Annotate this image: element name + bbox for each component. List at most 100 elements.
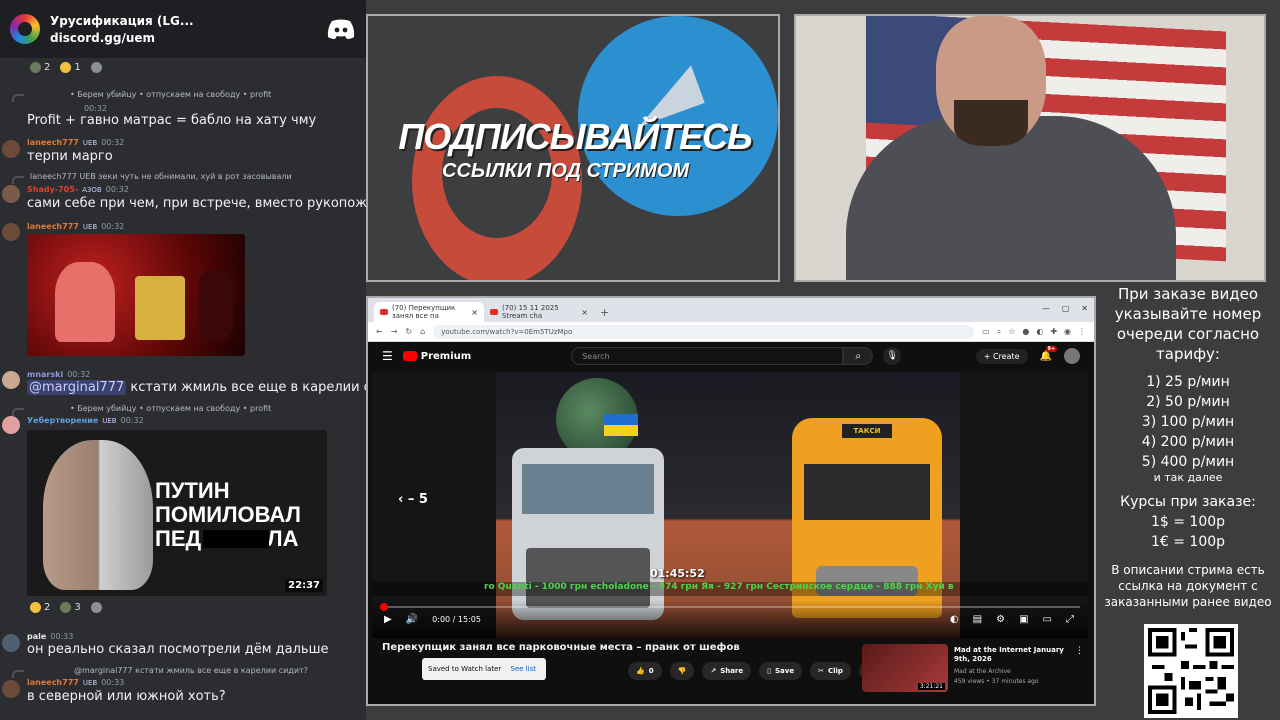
censor-bar bbox=[203, 530, 269, 548]
extensions-bar: ▭ ⌕ ☆ ● ◐ ✚ ◉ ⋮ bbox=[982, 327, 1086, 337]
message-meta: Shady-705- АЗОВ 00:32 bbox=[27, 185, 129, 194]
autoplay-toggle[interactable]: ◐ bbox=[950, 614, 959, 625]
reply-preview: laneech777 UEB зеки чуть не обнимали, ху… bbox=[30, 172, 292, 181]
progress-bar[interactable] bbox=[379, 603, 1080, 611]
reply-connector bbox=[12, 408, 24, 416]
browser-tab[interactable]: (70) Перекупщик занял все па × bbox=[374, 302, 484, 322]
username[interactable]: Shady-705- bbox=[27, 185, 78, 194]
avatar[interactable] bbox=[2, 140, 20, 158]
reaction[interactable]: 2 bbox=[30, 602, 50, 613]
volume-icon[interactable]: 🔊 bbox=[406, 614, 418, 625]
zoom-icon[interactable]: ⌕ bbox=[997, 327, 1001, 337]
recommended-title[interactable]: Mad at the Internet January 9th, 2026 bbox=[954, 646, 1064, 664]
settings-gear-icon[interactable]: ⚙ bbox=[996, 614, 1005, 625]
reload-icon[interactable]: ↻ bbox=[405, 327, 412, 336]
rewind-indicator: ‹ – 5 bbox=[398, 492, 428, 507]
menu-icon[interactable]: ⋮ bbox=[1078, 327, 1086, 337]
username[interactable]: laneech777 bbox=[27, 222, 79, 231]
microphone-icon[interactable]: 🎙 bbox=[883, 347, 902, 365]
save-button[interactable]: ▯ Save bbox=[759, 662, 803, 680]
recommended-channel[interactable]: Mad at the Archive bbox=[954, 668, 1011, 675]
username[interactable]: mnarski bbox=[27, 370, 63, 379]
username[interactable]: laneech777 bbox=[27, 138, 79, 147]
new-tab-button[interactable]: + bbox=[594, 306, 615, 322]
username[interactable]: Уебертворение bbox=[27, 416, 98, 425]
search-icon[interactable]: ⌕ bbox=[843, 347, 874, 365]
close-tab-icon[interactable]: × bbox=[471, 308, 478, 317]
video-player[interactable]: ТАКСИ ‹ – 5 01:45:52 ro Quanti - 1000 гр… bbox=[372, 372, 1088, 638]
puzzle-icon[interactable]: ✚ bbox=[1050, 327, 1057, 337]
close-window-icon[interactable]: ✕ bbox=[1081, 304, 1088, 313]
role-badge: UEB bbox=[82, 222, 98, 231]
like-button[interactable]: 👍 0 bbox=[628, 662, 662, 680]
message-text: @marginal777 кстати жмиль все еще в каре… bbox=[27, 380, 366, 395]
reaction[interactable]: 3 bbox=[60, 602, 81, 613]
see-list-link[interactable]: See list bbox=[510, 665, 536, 673]
watch-later-toast: Saved to Watch later See list bbox=[422, 658, 546, 680]
extension-icon[interactable]: ● bbox=[1022, 327, 1029, 337]
maximize-icon[interactable]: ▢ bbox=[1062, 304, 1070, 313]
video-embed-thumbnail[interactable]: ПУТИН ПОМИЛОВАЛ ПЕД ЛА 22:37 bbox=[27, 430, 327, 596]
bookmark-star-icon[interactable]: ☆ bbox=[1008, 327, 1015, 337]
avatar[interactable] bbox=[2, 634, 20, 652]
hamburger-menu-icon[interactable]: ☰ bbox=[382, 349, 393, 363]
notifications-bell-icon[interactable]: 🔔 9+ bbox=[1040, 345, 1058, 362]
username[interactable]: laneech777 bbox=[27, 678, 79, 687]
recommended-video[interactable]: 3:21:21 Mad at the Internet January 9th,… bbox=[862, 644, 1086, 692]
video-duration: 3:21:21 bbox=[917, 683, 945, 690]
avatar[interactable] bbox=[2, 416, 20, 434]
profile-icon[interactable]: ◉ bbox=[1064, 327, 1071, 337]
patrick-meme-image[interactable] bbox=[27, 234, 245, 356]
avatar[interactable] bbox=[2, 680, 20, 698]
reply-connector bbox=[12, 94, 24, 102]
promo-subline: ССЫЛКИ ПОД СТРИМОМ bbox=[442, 160, 690, 182]
role-badge: UEB bbox=[102, 416, 117, 425]
dislike-button[interactable]: 👎 bbox=[669, 662, 695, 680]
reply-connector bbox=[12, 176, 24, 184]
fullscreen-icon[interactable]: ⤢ bbox=[1066, 614, 1074, 625]
forward-icon[interactable]: → bbox=[391, 327, 398, 336]
recommended-thumbnail[interactable]: 3:21:21 bbox=[862, 644, 948, 692]
add-reaction-icon[interactable] bbox=[90, 62, 102, 73]
avatar[interactable] bbox=[2, 371, 20, 389]
back-icon[interactable]: ← bbox=[376, 327, 383, 336]
donation-ticker: ro Quanti - 1000 грн echoladone - 974 гр… bbox=[372, 582, 1088, 596]
qr-code bbox=[1144, 624, 1238, 718]
create-button[interactable]: + Create bbox=[975, 348, 1028, 364]
search-input[interactable]: Search bbox=[571, 347, 844, 365]
miniplayer-icon[interactable]: ▣ bbox=[1019, 614, 1028, 625]
minimize-icon[interactable]: — bbox=[1042, 304, 1050, 313]
avatar[interactable] bbox=[2, 223, 20, 241]
username[interactable]: pale bbox=[27, 632, 46, 641]
scrubber-handle[interactable] bbox=[379, 603, 388, 611]
reply-connector bbox=[12, 670, 24, 678]
message-meta: 00:32 bbox=[84, 104, 107, 113]
cast-icon[interactable]: ▭ bbox=[982, 327, 990, 337]
account-avatar[interactable] bbox=[1064, 348, 1080, 364]
share-icon: ↗ bbox=[710, 667, 717, 675]
play-icon[interactable]: ▶ bbox=[384, 614, 392, 625]
browser-tab[interactable]: (70) 15 11 2025 Stream cha × bbox=[484, 302, 594, 322]
cast-icon[interactable]: ▭ bbox=[1043, 614, 1052, 625]
user-mention[interactable]: @marginal777 bbox=[27, 380, 127, 395]
add-reaction-icon[interactable] bbox=[90, 602, 102, 613]
extension-icon[interactable]: ◐ bbox=[1036, 327, 1043, 337]
video-frame: ТАКСИ bbox=[496, 372, 960, 638]
home-icon[interactable]: ⌂ bbox=[420, 327, 425, 336]
clip-button[interactable]: ✂ Clip bbox=[810, 662, 851, 680]
youtube-favicon-icon bbox=[380, 309, 388, 315]
youtube-logo[interactable]: Premium bbox=[402, 351, 471, 362]
avatar[interactable] bbox=[2, 185, 20, 203]
subtitles-icon[interactable]: ▤ bbox=[973, 614, 982, 625]
share-button[interactable]: ↗ Share bbox=[702, 662, 752, 680]
reaction[interactable]: 2 bbox=[30, 62, 50, 73]
close-tab-icon[interactable]: × bbox=[581, 308, 588, 317]
rate-eur: 1€ = 100р bbox=[1150, 534, 1226, 550]
more-options-icon[interactable]: ⋮ bbox=[1075, 646, 1084, 656]
url-field[interactable]: youtube.com/watch?v=0Em5TUzMpo bbox=[433, 324, 975, 339]
tariff-item: 5) 400 р/мин bbox=[1141, 454, 1235, 470]
server-icon bbox=[10, 14, 40, 44]
reaction[interactable]: 1 bbox=[60, 62, 81, 73]
message-meta: laneech777 UEB 00:33 bbox=[27, 678, 124, 687]
youtube-page: ☰ Premium Search ⌕ 🎙 + Create 🔔9+ ТАКСИ bbox=[368, 342, 1094, 704]
